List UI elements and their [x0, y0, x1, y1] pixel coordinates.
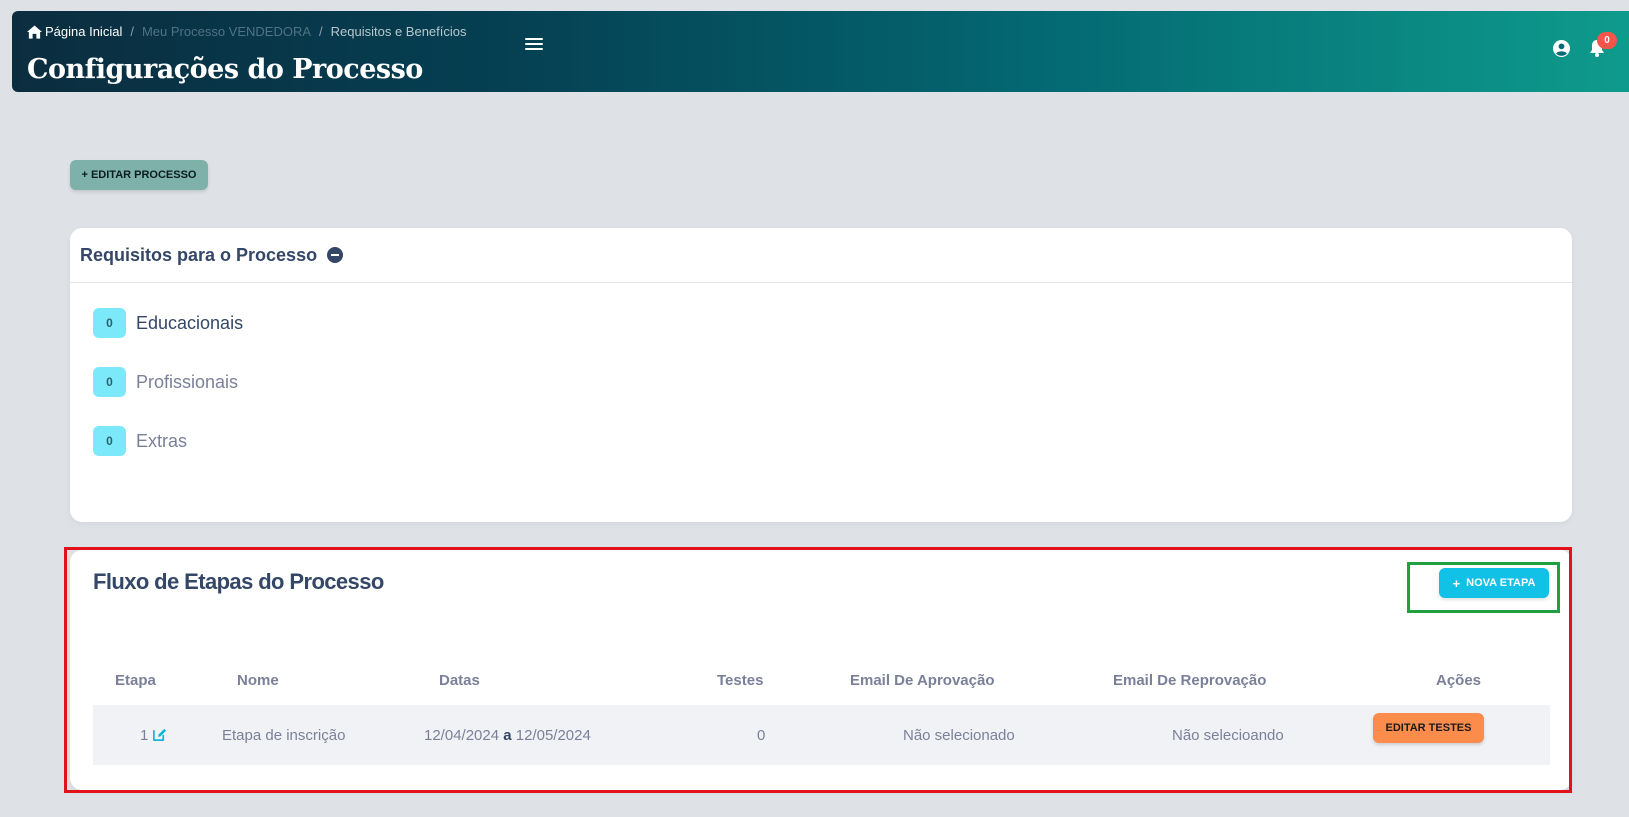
breadcrumb-process[interactable]: Meu Processo VENDEDORA	[142, 24, 311, 39]
plus-icon: +	[81, 169, 88, 181]
breadcrumb: Página Inicial / Meu Processo VENDEDORA …	[27, 24, 467, 39]
requirement-item-professional[interactable]: 0 Profissionais	[70, 366, 1572, 398]
column-header-dates: Datas	[439, 672, 480, 689]
plus-icon: +	[1452, 575, 1461, 591]
requirements-header: Requisitos para o Processo	[70, 228, 1572, 283]
count-badge: 0	[93, 308, 126, 338]
breadcrumb-home[interactable]: Página Inicial	[27, 24, 122, 39]
count-badge: 0	[93, 426, 126, 456]
user-account-icon[interactable]	[1553, 40, 1570, 57]
edit-process-label: EDITAR PROCESSO	[90, 169, 197, 181]
notification-count-badge: 0	[1597, 32, 1617, 49]
top-navbar: Página Inicial / Meu Processo VENDEDORA …	[12, 11, 1629, 92]
date-end: 12/05/2024	[515, 727, 591, 744]
new-stage-label: NOVA ETAPA	[1466, 577, 1536, 589]
process-flow-title: Fluxo de Etapas do Processo	[93, 569, 384, 594]
edit-icon[interactable]	[152, 727, 167, 742]
requirement-item-extras[interactable]: 0 Extras	[70, 425, 1572, 457]
page-title: Configurações do Processo	[27, 54, 423, 85]
stage-dates: 12/04/2024 a 12/05/2024	[424, 727, 591, 744]
rejection-email-value: Não selecioando	[1172, 727, 1284, 744]
hamburger-menu-icon[interactable]	[525, 38, 543, 52]
requirements-card: Requisitos para o Processo 0 Educacionai…	[70, 228, 1572, 522]
requirement-label: Educacionais	[136, 312, 244, 333]
column-header-actions: Ações	[1436, 672, 1482, 689]
approval-email-value: Não selecionado	[903, 727, 1015, 744]
edit-process-button[interactable]: + EDITAR PROCESSO	[70, 160, 208, 190]
new-stage-button[interactable]: + NOVA ETAPA	[1439, 568, 1549, 598]
breadcrumb-separator: /	[130, 24, 134, 39]
collapse-icon[interactable]	[327, 247, 344, 263]
column-header-name: Nome	[237, 672, 279, 689]
date-separator: a	[503, 727, 512, 744]
stage-name: Etapa de inscrição	[222, 727, 346, 744]
date-start: 12/04/2024	[424, 727, 500, 744]
column-header-stage: Etapa	[115, 672, 156, 689]
home-icon	[27, 24, 42, 39]
breadcrumb-home-label: Página Inicial	[45, 24, 123, 39]
requirements-list: 0 Educacionais 0 Profissionais 0 Extras	[70, 283, 1572, 457]
column-header-approval-email: Email De Aprovação	[850, 672, 995, 689]
stage-tests-count: 0	[757, 727, 766, 744]
requirement-label: Extras	[136, 430, 188, 451]
requirements-title: Requisitos para o Processo	[80, 244, 318, 265]
breadcrumb-separator: /	[319, 24, 323, 39]
requirement-item-educational[interactable]: 0 Educacionais	[70, 307, 1572, 339]
requirement-label: Profissionais	[136, 371, 239, 392]
breadcrumb-current: Requisitos e Benefícios	[330, 24, 467, 39]
column-header-rejection-email: Email De Reprovação	[1113, 672, 1267, 689]
edit-tests-button[interactable]: EDITAR TESTES	[1373, 713, 1484, 743]
count-badge: 0	[93, 367, 126, 397]
column-header-tests: Testes	[717, 672, 764, 689]
stage-number: 1	[140, 727, 149, 744]
